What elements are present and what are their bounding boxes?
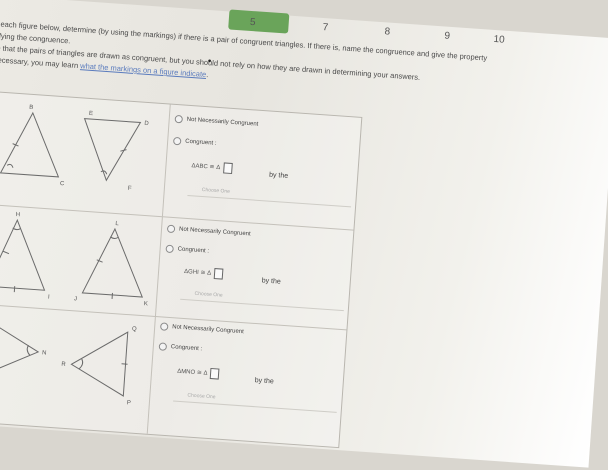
- option-label: Not Necessarily Congruent: [179, 226, 251, 237]
- not-congruent-option-2[interactable]: Not Necessarily Congruent: [167, 225, 251, 239]
- vertex-label: I: [48, 294, 50, 300]
- option-label: Not Necessarily Congruent: [187, 117, 259, 128]
- vertex-label: E: [89, 111, 93, 117]
- figure-cell-3: M Q N R O P: [0, 303, 156, 434]
- worksheet-page: 5 7 8 9 10 r each figure below, determin…: [0, 0, 608, 468]
- radio-button[interactable]: [159, 342, 168, 351]
- congruent-option-2[interactable]: Congruent :: [165, 245, 209, 256]
- vertex-label: F: [128, 186, 132, 192]
- vertex-label: P: [127, 400, 131, 406]
- tab-9[interactable]: 9: [438, 30, 457, 42]
- vertex-label: Q: [132, 326, 137, 332]
- vertex-label: C: [60, 181, 65, 187]
- property-dropdown-2[interactable]: Choose One: [180, 290, 344, 311]
- problem-grid: B E A C D F Not Necessarily Congruent Co…: [0, 91, 362, 449]
- by-the-label-3: by the: [254, 377, 274, 385]
- triangle-name-input-1[interactable]: [223, 162, 233, 174]
- vertex-label: H: [15, 212, 20, 218]
- congruent-option-1[interactable]: Congruent :: [173, 137, 217, 148]
- radio-button[interactable]: [165, 245, 174, 254]
- congruence-statement-3: ΔMNO ≅ Δ: [177, 366, 220, 380]
- by-the-label-1: by the: [269, 172, 289, 180]
- answer-cell-3: Not Necessarily Congruent Congruent : ΔM…: [147, 316, 347, 447]
- option-label: Not Necessarily Congruent: [172, 324, 244, 335]
- figure-cell-1: B E A C D F: [0, 92, 171, 217]
- statement-text: ΔMNO ≅ Δ: [177, 368, 208, 377]
- tab-8[interactable]: 8: [378, 26, 397, 38]
- option-label: Congruent :: [171, 344, 203, 352]
- vertex-label: N: [42, 350, 47, 356]
- property-dropdown-1[interactable]: Choose One: [187, 186, 351, 207]
- vertex-label: J: [74, 296, 77, 302]
- cursor-dot: •: [207, 56, 211, 67]
- tab-10[interactable]: 10: [490, 34, 509, 46]
- property-dropdown-3[interactable]: Choose One: [173, 391, 337, 412]
- by-the-label-2: by the: [261, 277, 281, 285]
- radio-button[interactable]: [167, 225, 176, 234]
- figure-cell-2: H L G I J K: [0, 203, 163, 316]
- triangle-name-input-2[interactable]: [214, 268, 224, 280]
- not-congruent-option-1[interactable]: Not Necessarily Congruent: [174, 115, 258, 129]
- vertex-label: R: [61, 362, 66, 368]
- instructions: r each figure below, determine (by using…: [0, 19, 595, 109]
- instruction-line-4-suffix: .: [206, 70, 209, 79]
- congruence-statement-2: ΔGHI ≅ Δ: [184, 266, 224, 280]
- congruent-option-3[interactable]: Congruent :: [159, 342, 203, 353]
- vertex-label: L: [115, 221, 119, 227]
- tab-7[interactable]: 7: [316, 22, 335, 34]
- radio-button[interactable]: [160, 322, 169, 331]
- triangle-pair-1: B E A C D F: [0, 92, 170, 217]
- radio-button[interactable]: [173, 137, 182, 146]
- answer-cell-1: Not Necessarily Congruent Congruent : ΔA…: [162, 105, 361, 230]
- vertex-label: K: [144, 301, 148, 307]
- not-congruent-option-3[interactable]: Not Necessarily Congruent: [160, 322, 244, 336]
- answer-cell-2: Not Necessarily Congruent Congruent : ΔG…: [155, 216, 354, 329]
- vertex-label: D: [144, 121, 149, 127]
- option-label: Congruent :: [185, 139, 217, 147]
- triangle-pair-2: H L G I J K: [0, 203, 162, 316]
- tab-5[interactable]: 5: [243, 16, 262, 28]
- congruence-statement-1: ΔABC ≅ Δ: [191, 160, 232, 174]
- radio-button[interactable]: [174, 115, 183, 124]
- triangle-name-input-3[interactable]: [210, 368, 220, 380]
- triangle-pair-3: M Q N R O P: [0, 303, 155, 434]
- statement-text: ΔABC ≅ Δ: [191, 162, 220, 171]
- statement-text: ΔGHI ≅ Δ: [184, 268, 211, 277]
- option-label: Congruent :: [177, 246, 209, 254]
- vertex-label: B: [29, 105, 33, 111]
